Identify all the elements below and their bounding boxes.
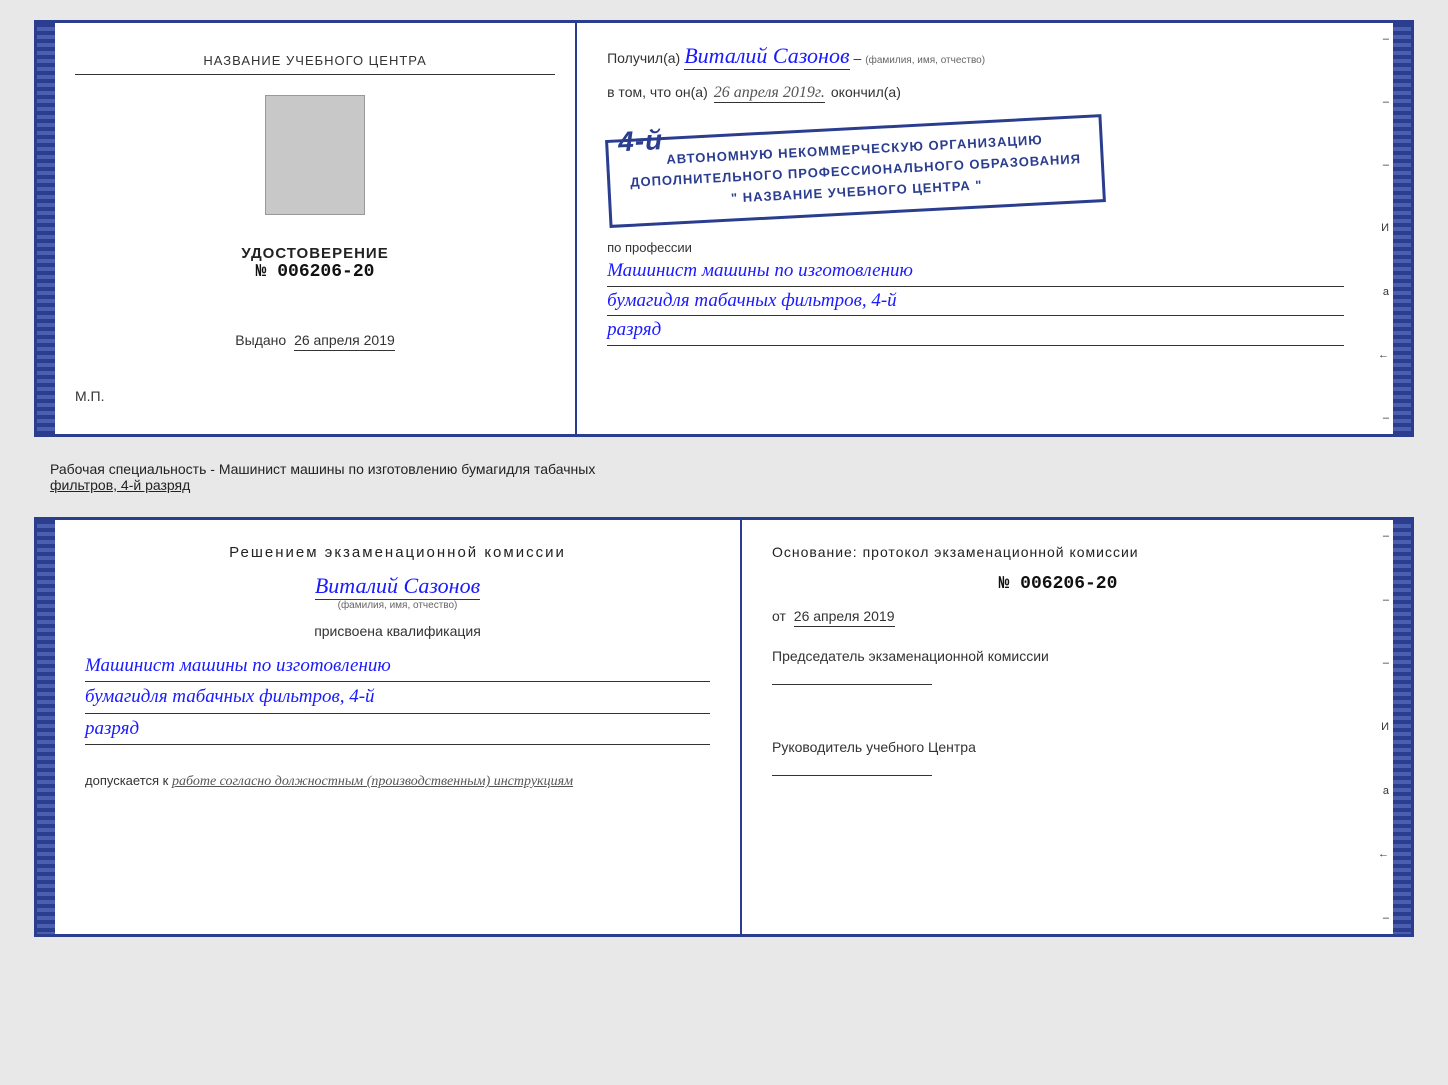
border-left-bottom <box>37 520 55 934</box>
ot-date: 26 апреля 2019 <box>794 608 895 627</box>
profession-label-text: по профессии <box>607 240 692 255</box>
qualification-block: Машинист машины по изготовлению бумагидл… <box>85 651 710 745</box>
school-name-label: НАЗВАНИЕ УЧЕБНОГО ЦЕНТРА <box>75 53 555 75</box>
fio-hint-top: (фамилия, имя, отчество) <box>865 55 985 66</box>
border-left <box>37 23 55 434</box>
rukovoditel-signature <box>772 775 932 776</box>
dopuskaetsya-text: работе согласно должностным (производств… <box>172 774 573 789</box>
ot-prefix: от <box>772 608 786 624</box>
vtom-line: в том, что он(а) 26 апреля 2019г. окончи… <box>607 84 1344 103</box>
predsedatel-block: Председатель экзаменационной комиссии <box>772 648 1344 685</box>
poluchil-line: Получил(а) Виталий Сазонов – (фамилия, и… <box>607 43 1344 70</box>
profession-line1: Машинист машины по изготовлению <box>607 257 1344 287</box>
osnovaniye-text: Основание: протокол экзаменационной коми… <box>772 544 1344 560</box>
stamp-box: 4-й АВТОНОМНУЮ НЕКОММЕРЧЕСКУЮ ОРГАНИЗАЦИ… <box>605 114 1106 228</box>
stamp-number: 4-й <box>617 118 664 165</box>
qual-line1: Машинист машины по изготовлению <box>85 651 710 682</box>
border-right <box>1393 23 1411 434</box>
profession-label: по профессии Машинист машины по изготовл… <box>607 239 1344 346</box>
dopuskaetsya-line: допускается к работе согласно должностны… <box>85 773 710 790</box>
cert-left-panel: НАЗВАНИЕ УЧЕБНОГО ЦЕНТРА УДОСТОВЕРЕНИЕ №… <box>55 23 577 434</box>
protocol-number: № 006206-20 <box>772 574 1344 594</box>
udostoverenie-title: УДОСТОВЕРЕНИЕ <box>241 245 388 262</box>
side-marks-top: – – – И а ← – <box>1374 23 1393 434</box>
middle-text: Рабочая специальность - Машинист машины … <box>42 457 1406 497</box>
middle-text-line1: Рабочая специальность - Машинист машины … <box>50 461 595 477</box>
vdano-prefix: Выдано <box>235 332 286 348</box>
predsedatel-text: Председатель экзаменационной комиссии <box>772 648 1344 664</box>
udostoverenie-number: № 006206-20 <box>241 262 388 282</box>
vdano-date: 26 апреля 2019 <box>294 332 395 351</box>
qual-line2: бумагидля табачных фильтров, 4-й <box>85 682 710 713</box>
komissia-title: Решением экзаменационной комиссии <box>85 544 710 561</box>
profession-line2: бумагидля табачных фильтров, 4-й <box>607 287 1344 317</box>
poluchil-dash: – <box>854 50 862 66</box>
prisvoena-text: присвоена квалификация <box>85 623 710 639</box>
vdano-line: Выдано 26 апреля 2019 <box>235 332 395 348</box>
border-right-bottom <box>1393 520 1411 934</box>
rukovoditel-block: Руководитель учебного Центра <box>772 719 1344 776</box>
okonchil: окончил(а) <box>831 84 901 100</box>
poluchil-prefix: Получил(а) <box>607 50 680 66</box>
cert-right-panel: Получил(а) Виталий Сазонов – (фамилия, и… <box>577 23 1374 434</box>
vtom-date: 26 апреля 2019г. <box>714 84 825 103</box>
predsedatel-signature <box>772 684 932 685</box>
recipient-name: Виталий Сазонов <box>684 43 849 70</box>
middle-section: Рабочая специальность - Машинист машины … <box>34 453 1414 501</box>
profession-line3: разряд <box>607 316 1344 346</box>
bottom-recipient-name: Виталий Сазонов <box>315 573 480 600</box>
ot-line: от 26 апреля 2019 <box>772 608 1344 624</box>
certificate-top: НАЗВАНИЕ УЧЕБНОГО ЦЕНТРА УДОСТОВЕРЕНИЕ №… <box>34 20 1414 437</box>
fio-hint-bottom: (фамилия, имя, отчество) <box>338 600 458 611</box>
middle-text-line2: фильтров, 4-й разряд <box>50 477 190 493</box>
photo-placeholder <box>265 95 365 215</box>
cert-bottom-left: Решением экзаменационной комиссии Витали… <box>55 520 742 934</box>
cert-bottom-right: Основание: протокол экзаменационной коми… <box>742 520 1374 934</box>
mp-label: М.П. <box>75 388 105 404</box>
dopuskaetsya-prefix: допускается к <box>85 773 168 788</box>
qual-line3: разряд <box>85 714 710 745</box>
side-marks-bottom: – – – И а ← – <box>1374 520 1393 934</box>
fio-block-bottom: Виталий Сазонов (фамилия, имя, отчество) <box>85 573 710 611</box>
vtom-prefix: в том, что он(а) <box>607 84 708 100</box>
rukovoditel-text: Руководитель учебного Центра <box>772 739 1344 755</box>
certificate-bottom: Решением экзаменационной комиссии Витали… <box>34 517 1414 937</box>
stamp-area: 4-й АВТОНОМНУЮ НЕКОММЕРЧЕСКУЮ ОРГАНИЗАЦИ… <box>607 117 1344 225</box>
